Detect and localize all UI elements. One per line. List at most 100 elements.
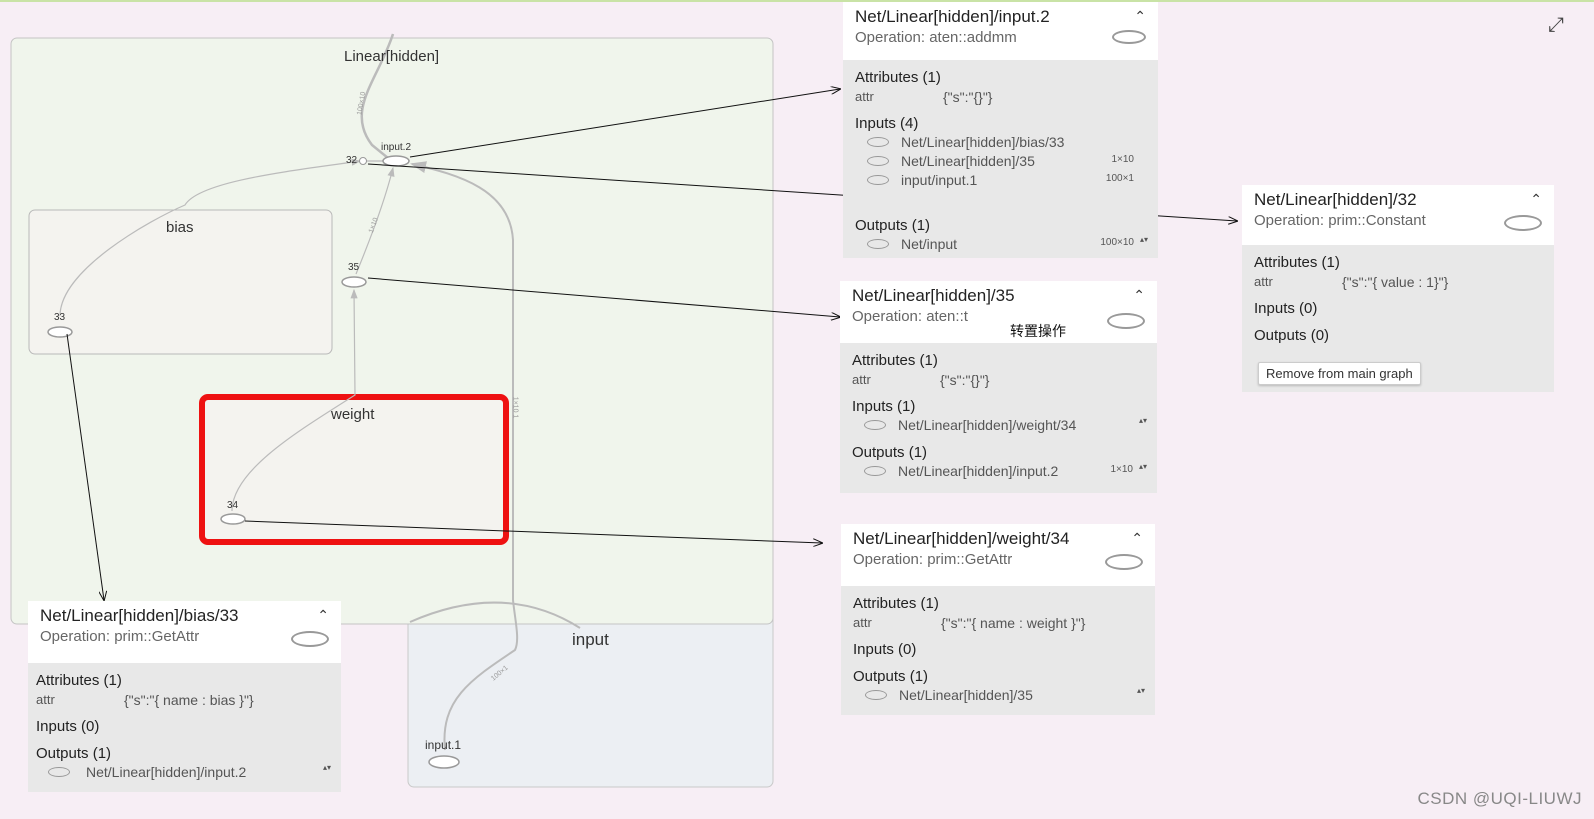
input-name: input/input.1 bbox=[901, 172, 978, 188]
node-shape-icon bbox=[865, 690, 887, 700]
node-shape-icon bbox=[1112, 30, 1146, 44]
attr-value: {"s":"{ name : bias }"} bbox=[124, 692, 254, 708]
node-input1[interactable] bbox=[428, 755, 460, 769]
node-info-card-35: Net/Linear[hidden]/35 Operation: aten::t… bbox=[840, 281, 1157, 493]
node-34-label: 34 bbox=[227, 500, 239, 511]
scope-linear-hidden-label: Linear[hidden] bbox=[344, 48, 440, 65]
watermark: CSDN @UQI-LIUWJ bbox=[1417, 789, 1582, 808]
inputs-header: Inputs (0) bbox=[1254, 300, 1318, 317]
spinner-icon[interactable]: ▴▾ bbox=[1139, 417, 1147, 425]
card-operation: Operation: prim::GetAttr bbox=[853, 551, 1013, 568]
attr-key: attr bbox=[1254, 274, 1273, 289]
output-row[interactable]: Net/Linear[hidden]/35 ▴▾ bbox=[865, 687, 1145, 705]
attr-key: attr bbox=[855, 89, 874, 104]
node-shape-icon bbox=[867, 156, 889, 166]
outputs-header: Outputs (0) bbox=[1254, 327, 1330, 344]
input-size: 100×1 bbox=[1105, 173, 1134, 184]
chevron-up-icon[interactable]: ⌃ bbox=[1530, 191, 1542, 208]
attr-key: attr bbox=[853, 615, 872, 630]
node-34[interactable] bbox=[220, 513, 246, 525]
attributes-header: Attributes (1) bbox=[852, 352, 938, 369]
scope-weight-label: weight bbox=[331, 406, 375, 423]
scope-bias-label: bias bbox=[166, 219, 194, 236]
input-name: Net/Linear[hidden]/bias/33 bbox=[901, 134, 1065, 150]
node-shape-icon bbox=[1105, 554, 1143, 570]
attributes-header: Attributes (1) bbox=[853, 595, 939, 612]
spinner-icon[interactable]: ▴▾ bbox=[1139, 463, 1147, 471]
output-row[interactable]: Net/Linear[hidden]/input.2 ▴▾ bbox=[48, 764, 331, 782]
output-row[interactable]: Net/Linear[hidden]/input.2 1×10 ▴▾ bbox=[864, 463, 1147, 481]
output-name: Net/Linear[hidden]/35 bbox=[899, 687, 1033, 703]
node-shape-icon bbox=[1504, 215, 1542, 231]
attr-value: {"s":"{ value : 1}"} bbox=[1342, 274, 1449, 290]
attr-value: {"s":"{}"} bbox=[943, 89, 993, 105]
card-title: Net/Linear[hidden]/32 bbox=[1254, 190, 1417, 209]
attr-value: {"s":"{ name : weight }"} bbox=[941, 615, 1086, 631]
attr-key: attr bbox=[852, 372, 871, 387]
card-operation: Operation: aten::t bbox=[852, 308, 968, 325]
spinner-icon[interactable]: ▴▾ bbox=[1140, 236, 1148, 244]
expand-icon[interactable]: ⤢ bbox=[1548, 14, 1564, 37]
input-name: Net/Linear[hidden]/weight/34 bbox=[898, 417, 1077, 433]
outputs-header: Outputs (1) bbox=[852, 444, 928, 461]
node-info-card-bias33: Net/Linear[hidden]/bias/33 Operation: pr… bbox=[28, 601, 341, 792]
inputs-header: Inputs (4) bbox=[855, 115, 919, 132]
attributes-header: Attributes (1) bbox=[855, 69, 941, 86]
node-shape-icon bbox=[867, 175, 889, 185]
input-row[interactable]: Net/Linear[hidden]/bias/33 bbox=[867, 134, 1148, 152]
chevron-up-icon[interactable]: ⌃ bbox=[1133, 287, 1145, 304]
node-info-card-input2: Net/Linear[hidden]/input.2 Operation: at… bbox=[843, 2, 1158, 258]
outputs-header: Outputs (1) bbox=[853, 668, 929, 685]
node-32[interactable] bbox=[359, 157, 367, 165]
card-title: Net/Linear[hidden]/weight/34 bbox=[853, 529, 1070, 548]
edge-label-right: 1×10 1 bbox=[511, 396, 519, 419]
node-shape-icon bbox=[864, 420, 886, 430]
spinner-icon[interactable]: ▴▾ bbox=[323, 764, 331, 772]
input-row[interactable]: input/input.1 100×1 bbox=[867, 172, 1148, 190]
attr-key: attr bbox=[36, 692, 55, 707]
node-input1-label: input.1 bbox=[425, 738, 462, 752]
card-title: Net/Linear[hidden]/35 bbox=[852, 286, 1015, 305]
card-operation: Operation: prim::Constant bbox=[1254, 212, 1426, 229]
node-shape-icon bbox=[48, 767, 70, 777]
input-name: Net/Linear[hidden]/35 bbox=[901, 153, 1035, 169]
chevron-up-icon[interactable]: ⌃ bbox=[317, 607, 329, 624]
node-info-card-32: Net/Linear[hidden]/32 Operation: prim::C… bbox=[1242, 185, 1554, 392]
chevron-up-icon[interactable]: ⌃ bbox=[1131, 530, 1143, 547]
card-title: Net/Linear[hidden]/bias/33 bbox=[40, 606, 239, 625]
card-operation: Operation: prim::GetAttr bbox=[40, 628, 200, 645]
card-operation: Operation: aten::addmm bbox=[855, 29, 1017, 46]
inputs-header: Inputs (0) bbox=[853, 641, 917, 658]
node-shape-icon bbox=[864, 466, 886, 476]
output-name: Net/Linear[hidden]/input.2 bbox=[898, 463, 1059, 479]
node-shape-icon bbox=[1107, 313, 1145, 329]
scope-input-label: input bbox=[572, 630, 609, 649]
node-shape-icon bbox=[867, 137, 889, 147]
output-row[interactable]: Net/input 100×10 ▴▾ bbox=[867, 236, 1148, 254]
node-shape-icon bbox=[291, 631, 329, 647]
node-35[interactable] bbox=[341, 276, 367, 288]
chevron-up-icon[interactable]: ⌃ bbox=[1134, 8, 1146, 25]
outputs-header: Outputs (1) bbox=[855, 217, 931, 234]
output-size: 100×10 bbox=[1100, 237, 1134, 248]
node-33[interactable] bbox=[47, 326, 73, 338]
attributes-header: Attributes (1) bbox=[1254, 254, 1340, 271]
input-row[interactable]: Net/Linear[hidden]/weight/34 ▴▾ bbox=[864, 417, 1147, 435]
attr-value: {"s":"{}"} bbox=[940, 372, 990, 388]
node-32-label: 32 bbox=[346, 155, 358, 166]
inputs-header: Inputs (1) bbox=[852, 398, 916, 415]
inputs-header: Inputs (0) bbox=[36, 718, 100, 735]
node-35-label: 35 bbox=[348, 262, 360, 273]
transpose-annotation: 转置操作 bbox=[1010, 323, 1066, 339]
node-shape-icon bbox=[867, 239, 889, 249]
node-input2[interactable] bbox=[382, 155, 410, 167]
attributes-header: Attributes (1) bbox=[36, 672, 122, 689]
node-33-label: 33 bbox=[54, 312, 66, 323]
node-input2-label: input.2 bbox=[381, 142, 412, 153]
outputs-header: Outputs (1) bbox=[36, 745, 112, 762]
input-row[interactable]: Net/Linear[hidden]/35 1×10 bbox=[867, 153, 1148, 171]
output-name: Net/input bbox=[901, 236, 958, 252]
remove-from-main-graph-button[interactable]: Remove from main graph bbox=[1258, 362, 1421, 385]
card-title: Net/Linear[hidden]/input.2 bbox=[855, 7, 1050, 26]
spinner-icon[interactable]: ▴▾ bbox=[1137, 687, 1145, 695]
